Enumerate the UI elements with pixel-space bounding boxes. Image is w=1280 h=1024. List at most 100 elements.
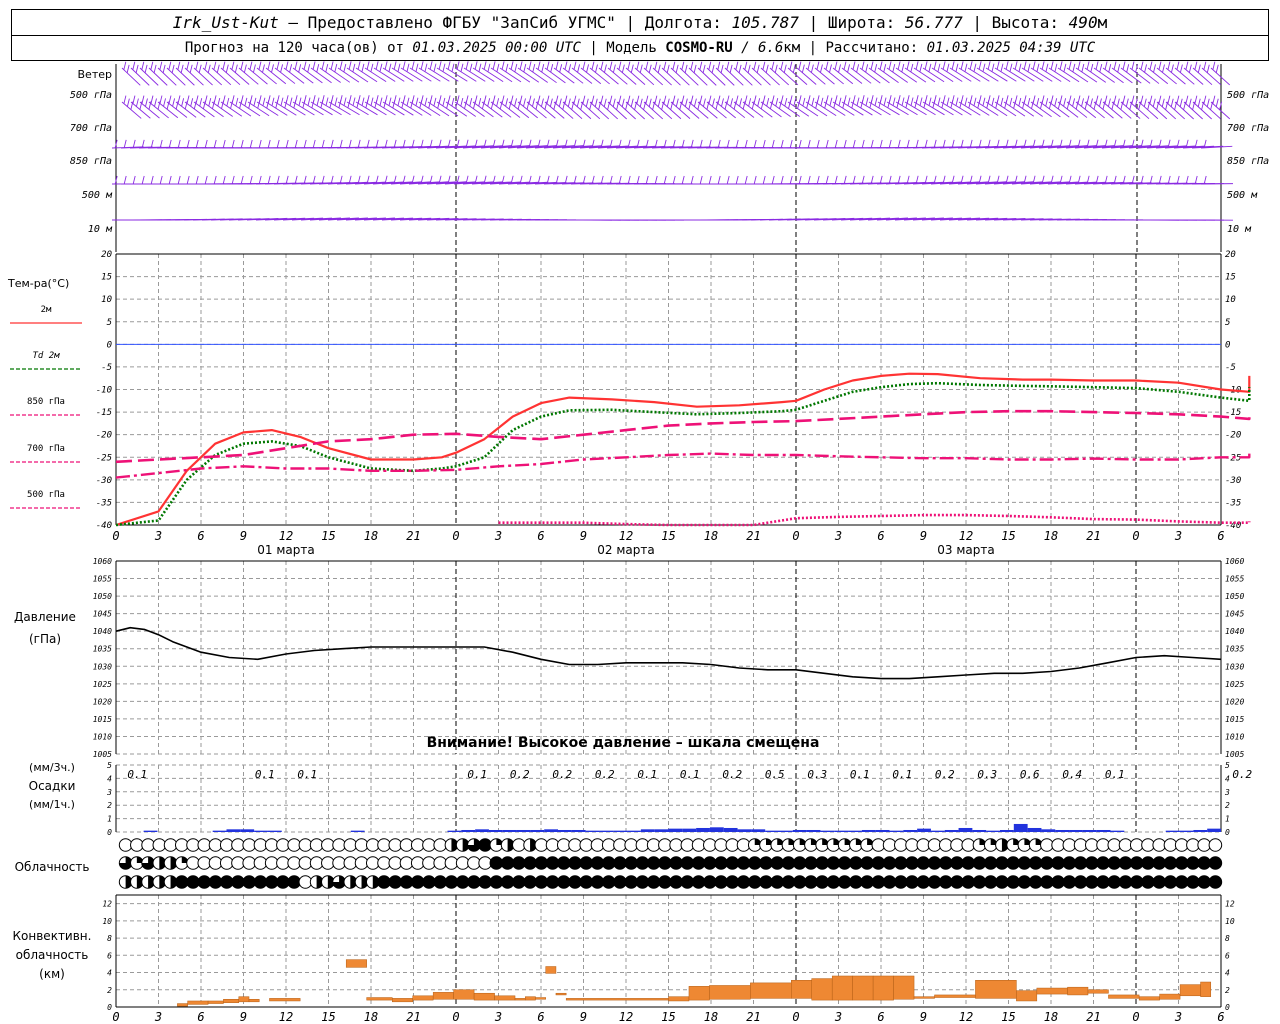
precip-bar <box>654 829 669 832</box>
wind-barb-flag <box>702 98 706 107</box>
wind-barb-flag <box>189 64 193 73</box>
wind-barb <box>931 67 954 83</box>
cloud-cover-symbol <box>1118 838 1133 852</box>
wind-barb-flag <box>294 175 298 184</box>
convective-bar <box>555 992 567 996</box>
wind-barb <box>193 67 213 86</box>
temp-legend-label: 2м <box>41 305 52 315</box>
pres-ytick-right: 1050 <box>1225 592 1244 601</box>
conv-ytick-right: 12 <box>1225 900 1235 909</box>
wind-barb <box>1003 67 1026 82</box>
wind-barb-flag <box>126 98 130 107</box>
wind-barb-flag <box>132 139 136 149</box>
wind-barb-flag <box>834 95 838 104</box>
wind-barb-flag <box>559 64 563 73</box>
cloud-cover-symbol <box>433 856 447 870</box>
temp-ytick-left: -5 <box>101 363 112 373</box>
precip-bar <box>972 829 987 832</box>
precip-bar <box>461 829 476 832</box>
wind-barb-flag <box>663 175 667 185</box>
temp-ytick-left: -15 <box>96 408 112 418</box>
wind-level-label-right: 500 гПа <box>1227 90 1269 101</box>
cloud-cover-symbol <box>1051 875 1065 889</box>
wind-barb-flag <box>415 97 419 106</box>
wind-barb-flag <box>123 139 127 149</box>
wind-barb-flag <box>249 175 253 185</box>
wind-barb-flag <box>141 95 145 104</box>
pres-ytick-left: 1035 <box>93 645 112 654</box>
wind-barb-flag <box>348 95 352 104</box>
wind-barb-flag <box>1203 175 1207 185</box>
wind-barb-flag <box>162 64 166 73</box>
wind-barb-flag <box>243 64 247 73</box>
hour-label: 3 <box>154 529 162 543</box>
wind-barb-flag <box>505 63 509 73</box>
wind-barb-flag <box>451 97 455 107</box>
wind-barb-flag <box>798 95 802 104</box>
wind-barb-flag <box>762 175 766 185</box>
wind-barb <box>526 67 548 83</box>
precip-bar <box>875 829 890 832</box>
wind-barb <box>184 67 204 86</box>
wind-barb-flag <box>573 95 577 104</box>
wind-barb-flag <box>838 97 842 106</box>
pressure-title: Давление <box>14 610 76 624</box>
precip-title: Осадки <box>29 779 76 793</box>
cloud-cover-symbol <box>1085 856 1099 870</box>
wind-barb <box>805 67 826 85</box>
wind-barb-flag <box>744 139 748 149</box>
wind-barb-flag <box>852 139 856 149</box>
precip-bar <box>1096 829 1111 832</box>
wind-barb-flag <box>190 98 194 107</box>
hour-label-bottom: 9 <box>920 1010 927 1024</box>
pres-ytick-left: 1055 <box>93 575 112 584</box>
cloud-cover-symbol <box>208 838 223 852</box>
precip-3h-amount: 0.1 <box>1105 768 1125 781</box>
wind-barb-flag <box>582 61 586 70</box>
wind-barb <box>652 101 673 120</box>
convective-bar <box>392 998 413 1003</box>
cloud-cover-symbol <box>950 856 964 870</box>
cloud-cover-symbol <box>635 838 650 852</box>
precip-bar <box>475 829 489 832</box>
wind-barb-flag <box>672 61 676 70</box>
wind-barb <box>1174 67 1195 85</box>
wind-barb <box>427 67 450 82</box>
cloud-cover-symbol <box>579 856 594 870</box>
precip-bar <box>240 829 255 832</box>
cloud-cover-symbol <box>1028 875 1043 889</box>
temp-ytick-left: -20 <box>96 431 112 441</box>
cloud-cover-symbol <box>186 856 200 870</box>
wind-barb <box>481 67 504 83</box>
wind-barb-flag <box>406 97 410 106</box>
wind-barb-flag <box>852 175 856 184</box>
wind-barb <box>922 67 945 83</box>
wind-barb-flag <box>672 175 676 185</box>
wind-barb-flag <box>253 97 257 106</box>
convective-bar <box>345 959 367 968</box>
wind-barb-flag <box>708 61 712 70</box>
cloud-cover-symbol <box>601 856 616 870</box>
wind-barb-flag <box>1116 98 1120 107</box>
wind-barb <box>1102 67 1124 84</box>
wind-barb <box>247 67 268 85</box>
cloud-cover-symbol <box>545 838 560 852</box>
hour-label-bottom: 12 <box>959 1010 973 1024</box>
wind-barb <box>1129 101 1150 120</box>
cloud-cover-symbol <box>1118 875 1133 889</box>
wind-barb-flag <box>807 61 811 70</box>
wind-barb <box>508 67 531 83</box>
precip-3h-amount: 0.1 <box>637 768 657 781</box>
conv-ytick-right: 10 <box>1225 917 1235 926</box>
cloud-cover-symbol <box>512 875 526 889</box>
wind-barb-flag <box>816 175 820 185</box>
cloud-cover-symbol <box>1174 875 1189 889</box>
cloud-cover-symbol <box>860 875 874 889</box>
wind-barb-flag <box>1068 61 1072 70</box>
wind-barb-flag <box>258 61 262 70</box>
wind-barb-flag <box>168 175 172 185</box>
cloud-cover-symbol <box>669 875 683 889</box>
hour-label: 15 <box>1001 529 1015 543</box>
wind-barb-flag <box>978 61 982 70</box>
cloud-cover-symbol <box>1040 856 1054 870</box>
